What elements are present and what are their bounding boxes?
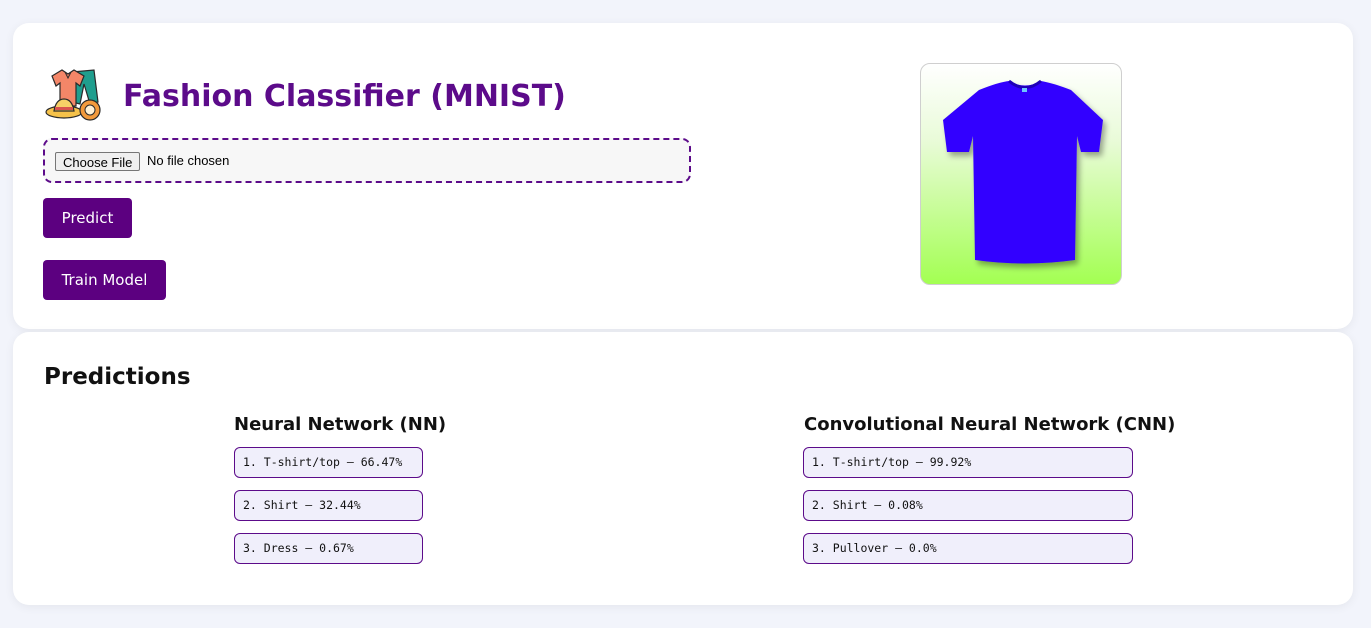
predictions-heading: Predictions (44, 364, 191, 390)
nn-prediction-item: 3. Dress — 0.67% (234, 533, 423, 564)
cnn-heading: Convolutional Neural Network (CNN) (804, 414, 1176, 435)
cnn-prediction-item: 2. Shirt — 0.08% (803, 490, 1133, 521)
choose-file-button[interactable]: Choose File (55, 152, 141, 171)
file-upload-dropzone[interactable]: Choose File No file chosen (43, 138, 691, 183)
page-title: Fashion Classifier (MNIST) (123, 79, 566, 114)
tshirt-icon (943, 79, 1103, 264)
uploaded-image-preview (920, 63, 1122, 285)
file-status-text: No file chosen (147, 153, 230, 168)
cnn-prediction-item: 3. Pullover — 0.0% (803, 533, 1133, 564)
clothing-icon (45, 69, 101, 121)
cnn-prediction-item: 1. T-shirt/top — 99.92% (803, 447, 1133, 478)
predict-button[interactable]: Predict (43, 198, 132, 238)
predictions-card: Predictions Neural Network (NN) 1. T-shi… (13, 332, 1353, 605)
nn-heading: Neural Network (NN) (234, 414, 447, 435)
nn-prediction-item: 1. T-shirt/top — 66.47% (234, 447, 423, 478)
train-model-button[interactable]: Train Model (43, 260, 166, 300)
nn-prediction-item: 2. Shirt — 32.44% (234, 490, 423, 521)
classifier-card: Fashion Classifier (MNIST) Choose File N… (13, 23, 1353, 329)
